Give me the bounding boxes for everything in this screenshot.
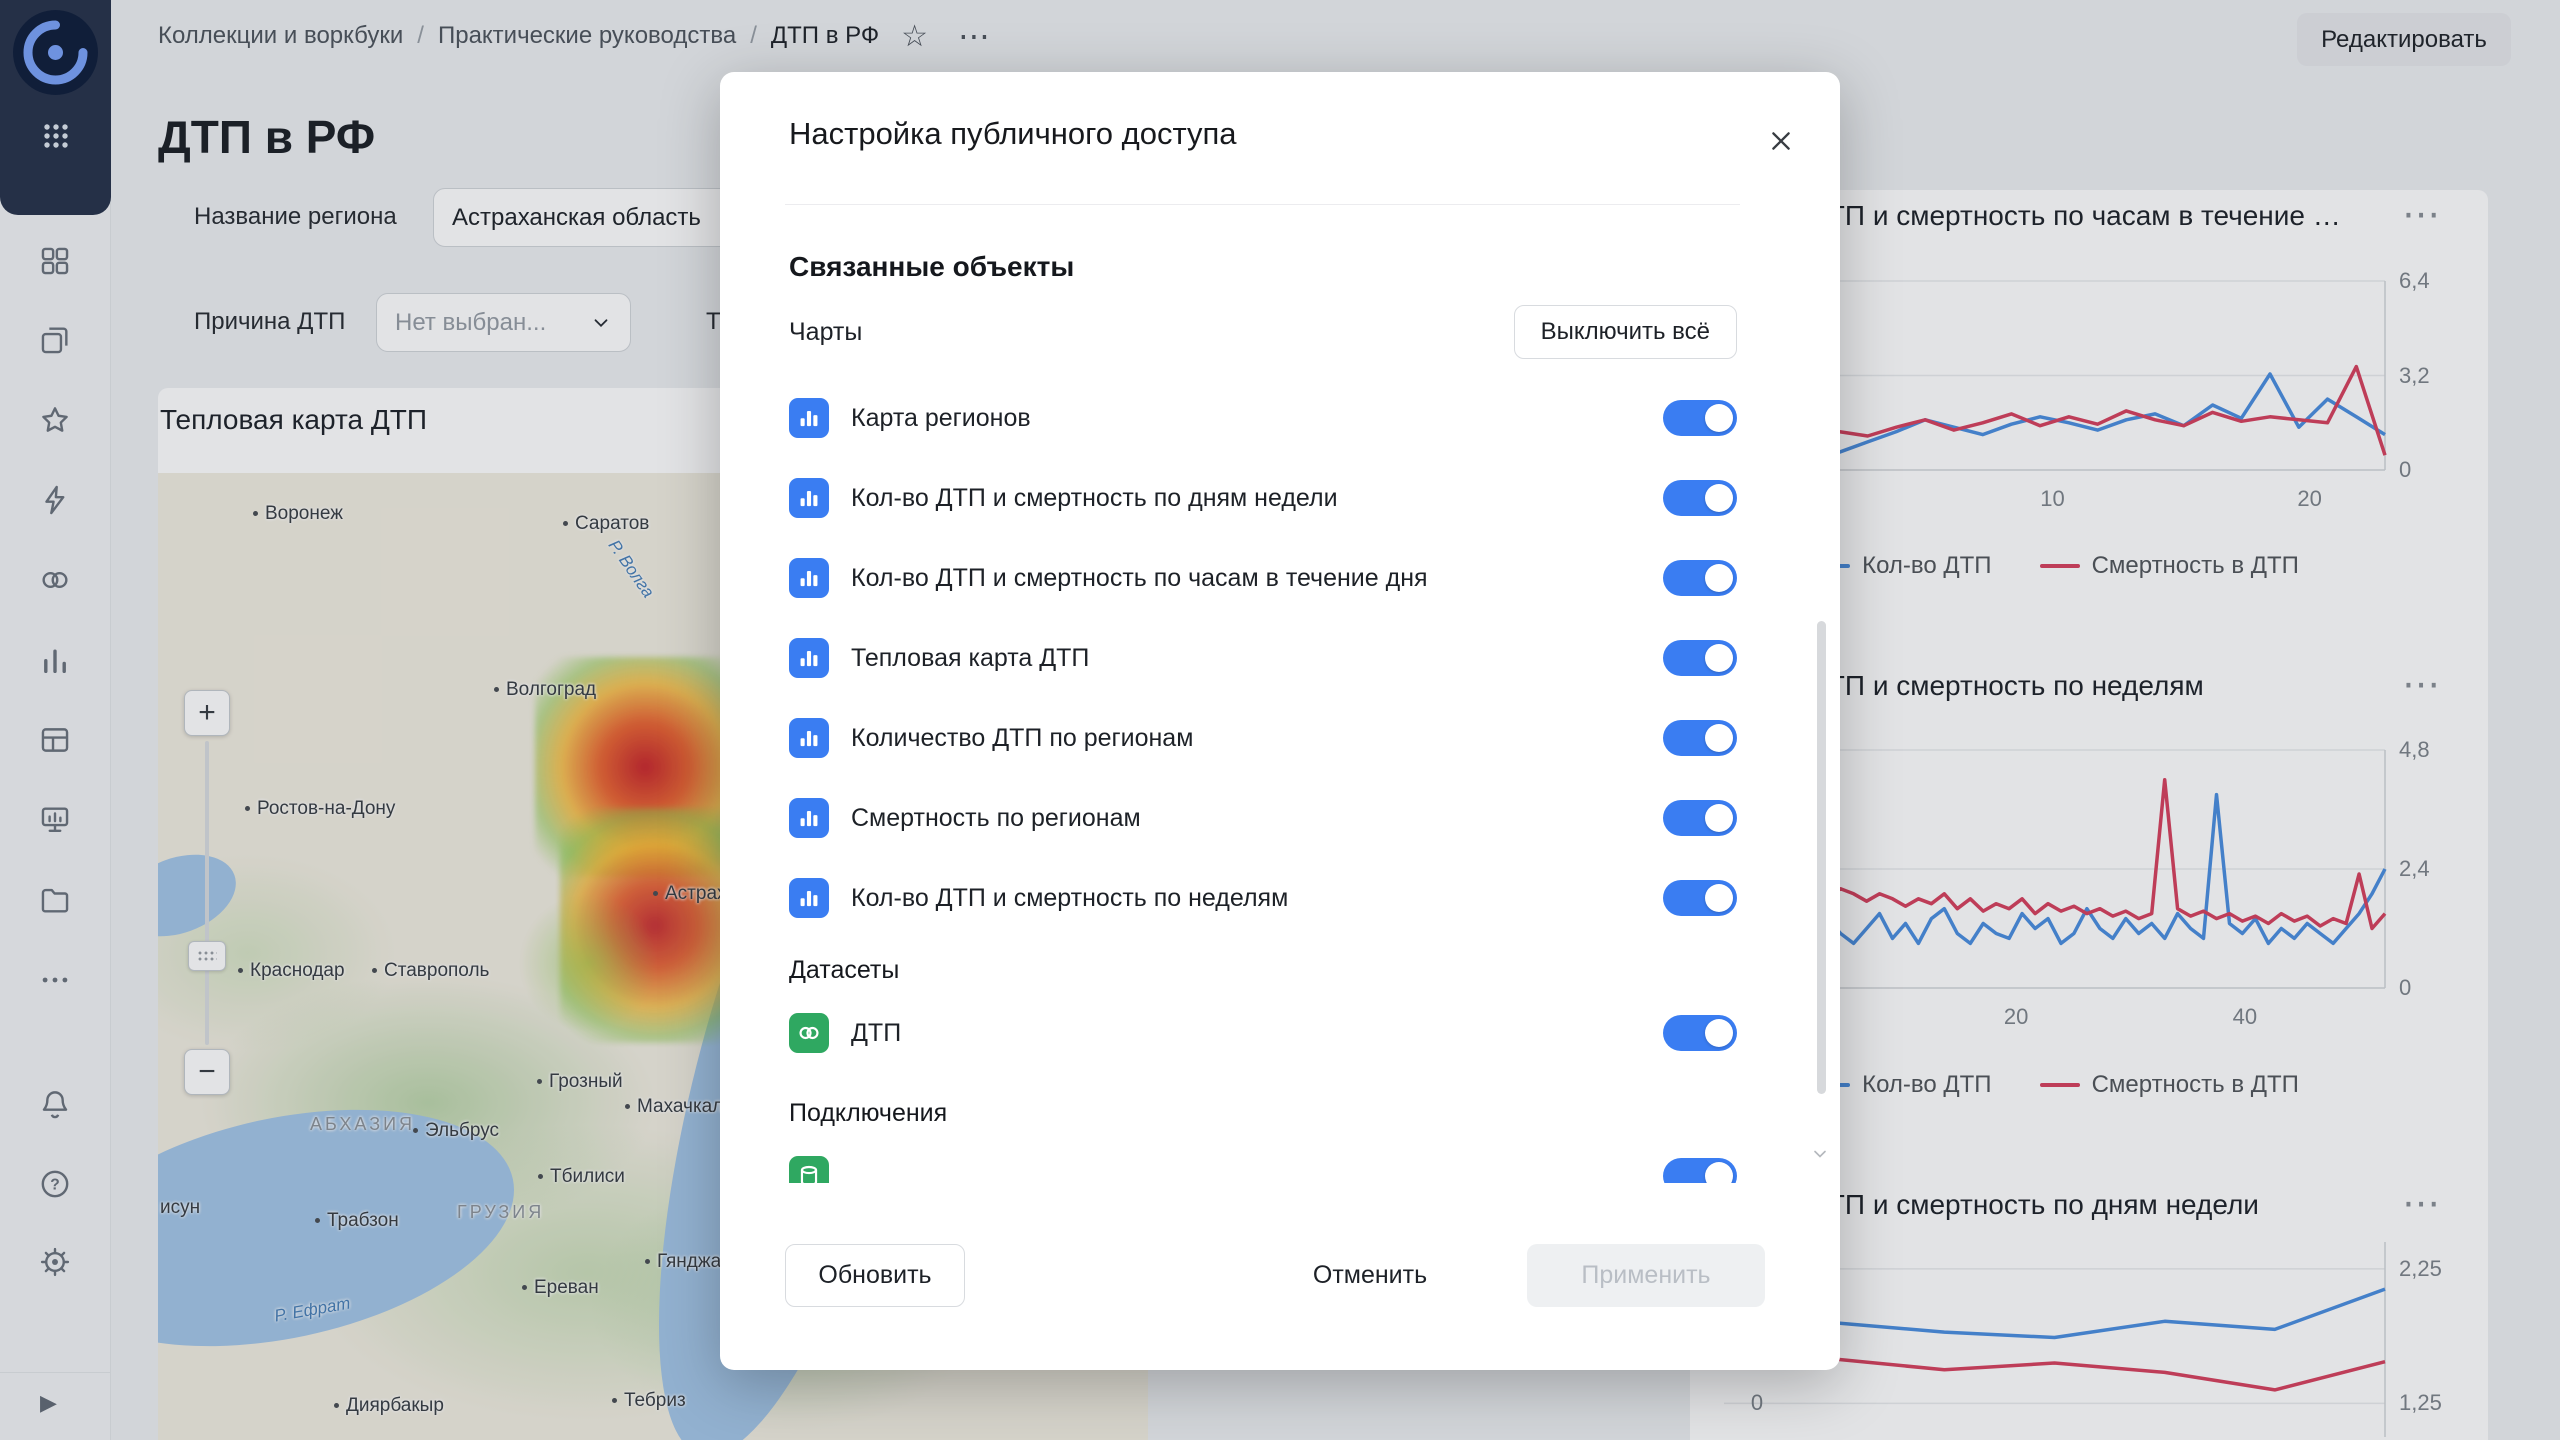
dataset-icon: [789, 1013, 829, 1053]
object-label: ДТП: [851, 1019, 901, 1048]
toggle-switch[interactable]: [1663, 480, 1737, 516]
chart-icon: [789, 638, 829, 678]
object-label: Количество ДТП по регионам: [851, 724, 1193, 753]
chart-row: Кол-во ДТП и смертность по неделям: [789, 858, 1737, 938]
object-label: Тепловая карта ДТП: [851, 644, 1089, 673]
toggle-switch[interactable]: [1663, 640, 1737, 676]
datasets-group-label: Датасеты: [789, 956, 1820, 985]
connection-row: [789, 1136, 1737, 1183]
toggle-switch[interactable]: [1663, 720, 1737, 756]
toggle-switch[interactable]: [1663, 1158, 1737, 1183]
chart-row: Смертность по регионам: [789, 778, 1737, 858]
chart-icon: [789, 878, 829, 918]
chart-icon: [789, 798, 829, 838]
chart-row: Количество ДТП по регионам: [789, 698, 1737, 778]
object-label: Кол-во ДТП и смертность по часам в течен…: [851, 564, 1428, 593]
modal-title: Настройка публичного доступа: [789, 116, 1237, 152]
datasets-toggle-list: ДТП: [789, 993, 1737, 1073]
charts-toggle-list: Карта регионов Кол-во ДТП и смертность по…: [789, 378, 1737, 938]
chart-icon: [789, 558, 829, 598]
chart-row: Кол-во ДТП и смертность по дням недели: [789, 458, 1737, 538]
apply-button[interactable]: Применить: [1527, 1244, 1765, 1307]
toggle-switch[interactable]: [1663, 560, 1737, 596]
chart-row: Кол-во ДТП и смертность по часам в течен…: [789, 538, 1737, 618]
chart-icon: [789, 478, 829, 518]
object-label: Смертность по регионам: [851, 804, 1141, 833]
scrollbar-thumb[interactable]: [1817, 621, 1826, 1094]
connections-group-label: Подключения: [789, 1099, 1820, 1128]
chart-icon: [789, 398, 829, 438]
chart-row: Карта регионов: [789, 378, 1737, 458]
chart-row: Тепловая карта ДТП: [789, 618, 1737, 698]
charts-group-label: Чарты: [789, 318, 862, 347]
related-objects-title: Связанные объекты: [789, 251, 1820, 283]
close-icon[interactable]: [1760, 120, 1802, 162]
object-label: Кол-во ДТП и смертность по неделям: [851, 884, 1288, 913]
object-label: Кол-во ДТП и смертность по дням недели: [851, 484, 1338, 513]
disable-all-button[interactable]: Выключить всё: [1514, 305, 1737, 359]
scroll-down-icon: [1810, 1144, 1830, 1169]
chart-icon: [789, 718, 829, 758]
update-button[interactable]: Обновить: [785, 1244, 965, 1307]
toggle-switch[interactable]: [1663, 800, 1737, 836]
connection-icon: [789, 1156, 829, 1183]
toggle-switch[interactable]: [1663, 880, 1737, 916]
public-access-modal: Настройка публичного доступа Связанные о…: [720, 72, 1840, 1370]
toggle-switch[interactable]: [1663, 400, 1737, 436]
toggle-switch[interactable]: [1663, 1015, 1737, 1051]
connections-toggle-list: [789, 1136, 1737, 1183]
object-label: Карта регионов: [851, 404, 1031, 433]
cancel-button[interactable]: Отменить: [1285, 1244, 1455, 1307]
modal-body: Связанные объекты Чарты Выключить всё Ка…: [720, 205, 1820, 1183]
dataset-row: ДТП: [789, 993, 1737, 1073]
